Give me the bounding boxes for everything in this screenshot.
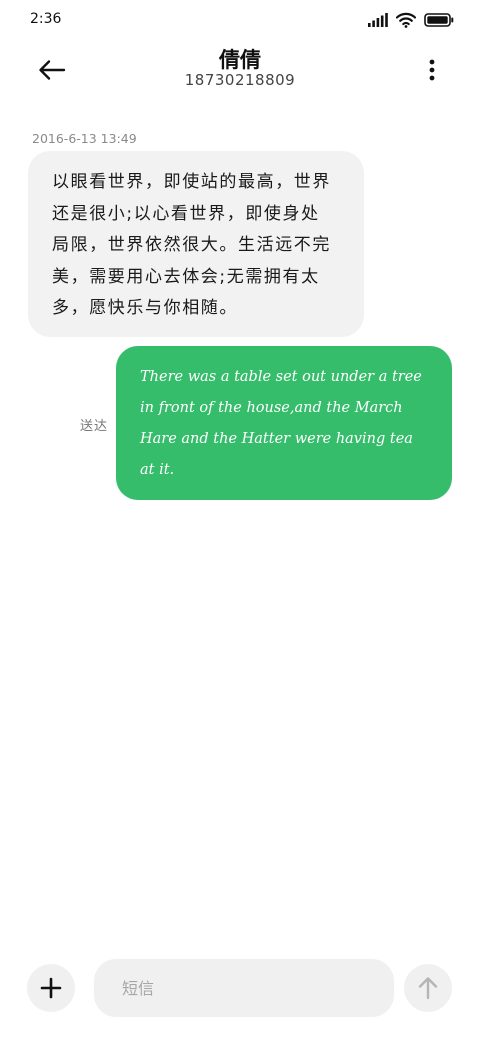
contact-name: 倩倩 <box>219 48 261 72</box>
delivery-status: 送达 <box>80 419 109 434</box>
status-time: 2:36 <box>30 11 62 27</box>
more-vert-icon <box>429 59 435 81</box>
status-icons <box>368 10 454 30</box>
message-input[interactable] <box>94 959 394 1017</box>
battery-icon <box>424 13 454 27</box>
add-attachment-button[interactable] <box>27 964 75 1012</box>
plus-icon <box>40 977 62 999</box>
message-timestamp: 2016-6-13 13:49 <box>32 131 137 146</box>
incoming-message-bubble[interactable]: 以眼看世界，即使站的最高，世界还是很小;以心看世界，即使身处局限，世界依然很大。… <box>28 151 364 337</box>
send-button[interactable] <box>404 964 452 1012</box>
conversation-header: 倩倩 18730218809 <box>0 40 480 100</box>
message-composer <box>0 950 480 1030</box>
status-bar: 2:36 <box>0 0 480 40</box>
send-arrow-icon <box>418 977 438 1000</box>
contact-number: 18730218809 <box>184 71 296 89</box>
signal-icon <box>368 13 388 27</box>
outgoing-message-bubble[interactable]: There was a table set out under a tree i… <box>116 346 452 500</box>
more-options-button[interactable] <box>420 54 444 86</box>
wifi-icon <box>396 12 416 28</box>
